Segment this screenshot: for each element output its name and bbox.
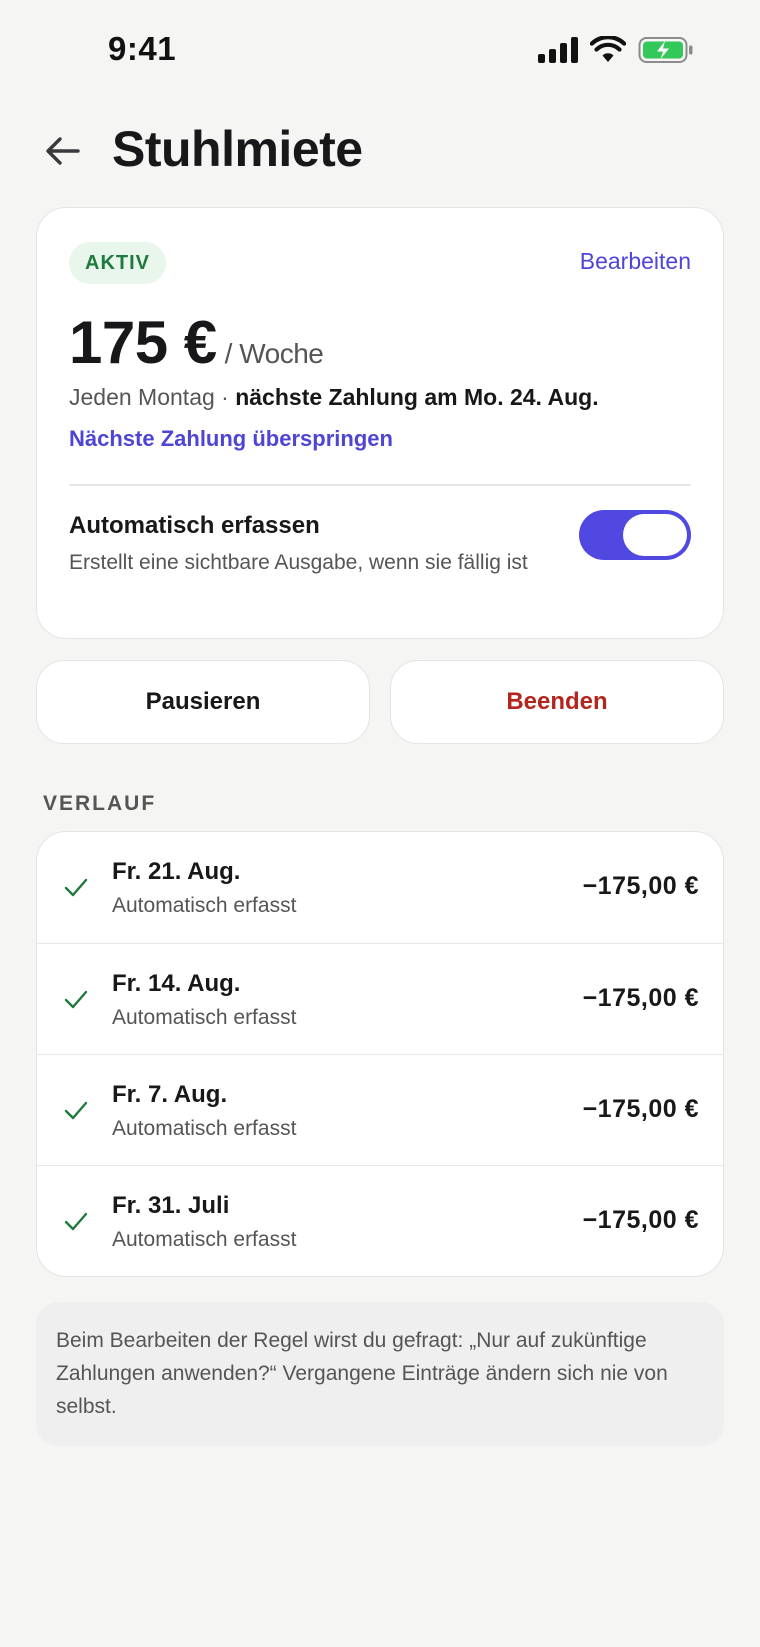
- divider: [69, 484, 691, 486]
- recurring-rule-card: AKTIV Bearbeiten 175 € / Woche Jeden Mon…: [36, 207, 724, 639]
- amount-row: 175 € / Woche: [69, 308, 324, 377]
- schedule-line: Jeden Montag · nächste Zahlung am Mo. 24…: [69, 384, 599, 411]
- check-icon: [64, 1101, 88, 1120]
- history-row[interactable]: Fr. 14. Aug. Automatisch erfasst −175,00…: [37, 943, 723, 1054]
- edit-button[interactable]: Bearbeiten: [580, 248, 691, 275]
- auto-record-toggle[interactable]: [579, 510, 691, 560]
- status-icons: [538, 36, 694, 64]
- history-row[interactable]: Fr. 7. Aug. Automatisch erfasst −175,00 …: [37, 1054, 723, 1165]
- history-status: Automatisch erfasst: [112, 1117, 297, 1140]
- wifi-icon: [590, 36, 626, 62]
- history-row[interactable]: Fr. 21. Aug. Automatisch erfasst −175,00…: [37, 832, 723, 943]
- history-list: Fr. 21. Aug. Automatisch erfasst −175,00…: [36, 831, 724, 1277]
- history-amount: −175,00 €: [582, 1095, 699, 1123]
- next-payment-date: nächste Zahlung am Mo. 24. Aug.: [235, 384, 599, 410]
- toggle-knob: [623, 514, 687, 556]
- history-status: Automatisch erfasst: [112, 894, 297, 917]
- pause-button[interactable]: Pausieren: [36, 660, 370, 744]
- page-header: Stuhlmiete: [0, 110, 760, 190]
- history-date: Fr. 14. Aug.: [112, 970, 241, 997]
- history-date: Fr. 7. Aug.: [112, 1081, 228, 1108]
- history-row[interactable]: Fr. 31. Juli Automatisch erfasst −175,00…: [37, 1165, 723, 1276]
- status-time: 9:41: [108, 30, 177, 67]
- history-date: Fr. 31. Juli: [112, 1192, 230, 1219]
- battery-charging-icon: [638, 37, 693, 63]
- check-icon: [64, 990, 88, 1009]
- auto-record-title: Automatisch erfassen: [69, 512, 320, 539]
- status-badge: AKTIV: [69, 242, 166, 284]
- check-icon: [64, 878, 88, 897]
- page-title: Stuhlmiete: [112, 121, 363, 177]
- history-amount: −175,00 €: [582, 1206, 699, 1234]
- history-amount: −175,00 €: [582, 984, 699, 1012]
- cellular-signal-icon: [538, 37, 578, 63]
- rule-period: / Woche: [224, 338, 324, 369]
- skip-next-payment-link[interactable]: Nächste Zahlung überspringen: [69, 426, 393, 452]
- history-status: Automatisch erfasst: [112, 1228, 297, 1251]
- arrow-left-icon: [46, 137, 80, 165]
- history-status: Automatisch erfasst: [112, 1006, 297, 1029]
- history-amount: −175,00 €: [582, 872, 699, 900]
- auto-record-description: Erstellt eine sichtbare Ausgabe, wenn si…: [69, 551, 528, 574]
- history-date: Fr. 21. Aug.: [112, 858, 241, 885]
- end-button[interactable]: Beenden: [390, 660, 724, 744]
- rule-amount: 175 €: [69, 309, 217, 376]
- status-bar: 9:41: [0, 0, 760, 100]
- schedule-frequency: Jeden Montag ·: [69, 384, 236, 410]
- back-button[interactable]: [40, 128, 86, 174]
- check-icon: [64, 1212, 88, 1231]
- history-section-label: VERLAUF: [43, 792, 157, 815]
- info-note: Beim Bearbeiten der Regel wirst du gefra…: [36, 1302, 724, 1446]
